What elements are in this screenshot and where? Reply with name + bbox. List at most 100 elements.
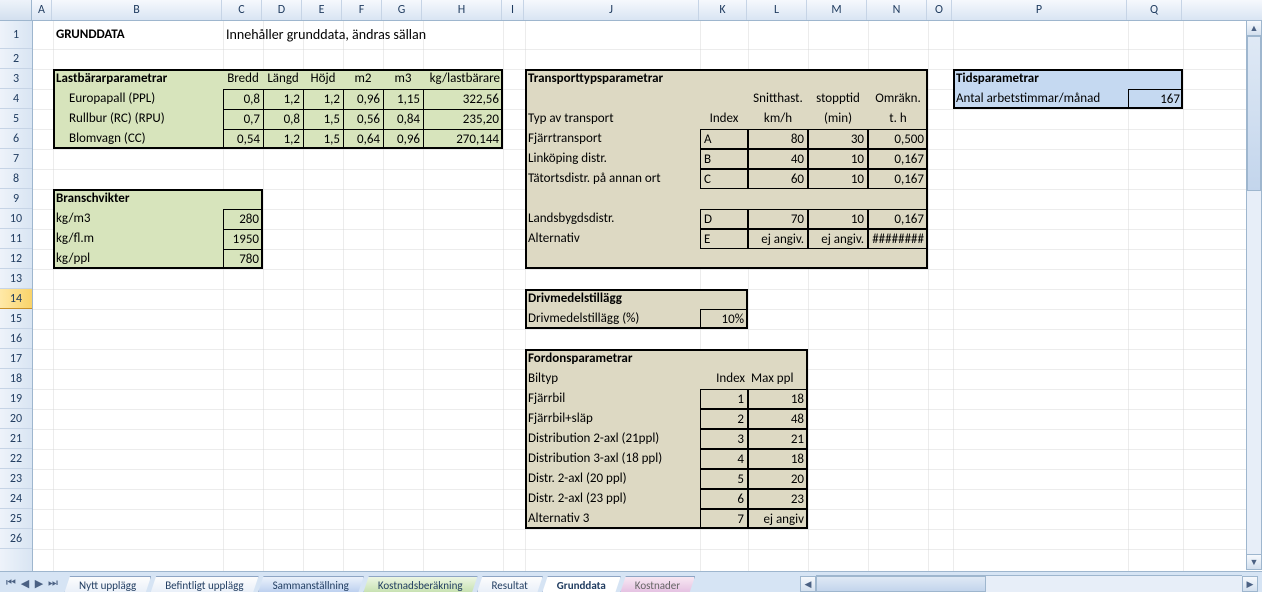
trans-val: 0,500 [868, 129, 928, 149]
trans-val: 80 [748, 129, 808, 149]
bransch-val: 1950 [223, 229, 263, 249]
col-header-E[interactable]: E [302, 0, 342, 20]
horizontal-scrollbar[interactable]: ◀ ▶ [800, 576, 1258, 592]
sheet-tab[interactable]: Befintligt upplägg [150, 576, 258, 592]
trans-idx: B [700, 149, 748, 169]
page-title: GRUNDDATA [53, 21, 223, 49]
row-header-11[interactable]: 11 [0, 229, 32, 249]
row-header-15[interactable]: 15 [0, 309, 32, 329]
vscroll-thumb[interactable] [1247, 36, 1261, 191]
row-header-25[interactable]: 25 [0, 509, 32, 529]
lastbar-val: 0,8 [263, 109, 303, 129]
row-header-24[interactable]: 24 [0, 489, 32, 509]
row-header-23[interactable]: 23 [0, 469, 32, 489]
sheet-tab[interactable]: Resultat [477, 576, 543, 592]
col-header-M[interactable]: M [807, 0, 867, 20]
col-header-A[interactable]: A [32, 0, 52, 20]
bransch-val: 280 [223, 209, 263, 229]
vertical-scrollbar[interactable]: ▲ ▼ [1246, 20, 1262, 570]
bransch-rowname: kg/ppl [53, 249, 223, 269]
row-header-4[interactable]: 4 [0, 89, 32, 109]
sheet-tab[interactable]: Sammanställning [258, 576, 364, 592]
vscroll-track[interactable] [1246, 36, 1262, 554]
col-header-C[interactable]: C [222, 0, 262, 20]
col-header-L[interactable]: L [747, 0, 807, 20]
row-header-16[interactable]: 16 [0, 329, 32, 349]
tab-next-icon[interactable]: ▶ [32, 572, 46, 592]
row-header-6[interactable]: 6 [0, 129, 32, 149]
trans-rowname: Tätortsdistr. på annan ort [525, 169, 700, 189]
trans-hdr-top: Snitthast. [748, 89, 808, 109]
col-header-N[interactable]: N [867, 0, 927, 20]
row-header-22[interactable]: 22 [0, 449, 32, 469]
row-header-9[interactable]: 9 [0, 189, 32, 209]
bransch-title: Branschvikter [53, 189, 223, 209]
sheet-tab[interactable]: Grunddata [542, 576, 621, 592]
col-header-Q[interactable]: Q [1127, 0, 1182, 20]
row-header-8[interactable]: 8 [0, 169, 32, 189]
scroll-up-button[interactable]: ▲ [1246, 20, 1262, 36]
trans-val: 0,167 [868, 169, 928, 189]
col-header-F[interactable]: F [342, 0, 382, 20]
row-header-14[interactable]: 14 [0, 289, 32, 309]
hscroll-track[interactable] [816, 575, 1242, 592]
fordon-val: 21 [748, 429, 808, 449]
fordon-rowname: Alternativ 3 [525, 509, 700, 529]
fordon-val: 18 [748, 449, 808, 469]
tab-prev-icon[interactable]: ◀ [18, 572, 32, 592]
row-header-21[interactable]: 21 [0, 429, 32, 449]
lastbar-val: 0,84 [383, 109, 423, 129]
col-header-J[interactable]: J [524, 0, 699, 20]
fordon-hdr-idx: Index [700, 369, 748, 389]
sheet-tab[interactable]: Nytt upplägg [64, 576, 151, 592]
tab-last-icon[interactable]: ⏭ [46, 572, 60, 592]
col-header-G[interactable]: G [382, 0, 422, 20]
trans-hdr-bot: km/h [748, 109, 808, 129]
row-header-1[interactable]: 1 [0, 21, 32, 49]
row-header-2[interactable]: 2 [0, 49, 32, 69]
fordon-idx: 7 [700, 509, 748, 529]
trans-idx: E [700, 229, 748, 249]
row-header-12[interactable]: 12 [0, 249, 32, 269]
transporttyp-title: Transporttypsparametrar [525, 69, 928, 89]
scroll-left-button[interactable]: ◀ [800, 576, 816, 592]
col-header-D[interactable]: D [262, 0, 302, 20]
trans-val: ######## [868, 229, 928, 249]
row-header-19[interactable]: 19 [0, 389, 32, 409]
row-header-26[interactable]: 26 [0, 529, 32, 549]
cell-grid[interactable]: GRUNDDATA Innehåller grunddata, ändras s… [33, 21, 1262, 571]
col-header-K[interactable]: K [699, 0, 747, 20]
row-header-10[interactable]: 10 [0, 209, 32, 229]
fordon-idx: 6 [700, 489, 748, 509]
scroll-right-button[interactable]: ▶ [1242, 576, 1258, 592]
hscroll-thumb[interactable] [816, 576, 986, 592]
lastbar-val: 0,64 [343, 129, 383, 149]
trans-hdr-typ: Typ av transport [525, 109, 700, 129]
col-header-H[interactable]: H [422, 0, 502, 20]
col-header-I[interactable]: I [502, 0, 524, 20]
trans-val: 10 [808, 169, 868, 189]
trans-rowname: Alternativ [525, 229, 700, 249]
row-header-18[interactable]: 18 [0, 369, 32, 389]
row-header-7[interactable]: 7 [0, 149, 32, 169]
fordon-rowname: Distribution 2-axl (21ppl) [525, 429, 700, 449]
col-header-O[interactable]: O [927, 0, 952, 20]
row-header-5[interactable]: 5 [0, 109, 32, 129]
scroll-down-button[interactable]: ▼ [1246, 554, 1262, 570]
tab-first-icon[interactable]: ⏮ [4, 572, 18, 592]
lastbar-val: 0,56 [343, 109, 383, 129]
sheet-tab[interactable]: Kostnader [620, 576, 695, 592]
fordon-hdr-max: Max ppl [748, 369, 808, 389]
row-header-13[interactable]: 13 [0, 269, 32, 289]
sheet-tab[interactable]: Kostnadsberäkning [363, 576, 478, 592]
select-all-corner[interactable] [0, 0, 32, 20]
fordon-rowname: Distr. 2-axl (20 ppl) [525, 469, 700, 489]
col-header-P[interactable]: P [952, 0, 1127, 20]
col-header-B[interactable]: B [52, 0, 222, 20]
row-header-3[interactable]: 3 [0, 69, 32, 89]
row-header-17[interactable]: 17 [0, 349, 32, 369]
page-subtitle: Innehåller grunddata, ändras sällan [223, 21, 503, 49]
trans-idx: C [700, 169, 748, 189]
fordon-val: 23 [748, 489, 808, 509]
row-header-20[interactable]: 20 [0, 409, 32, 429]
